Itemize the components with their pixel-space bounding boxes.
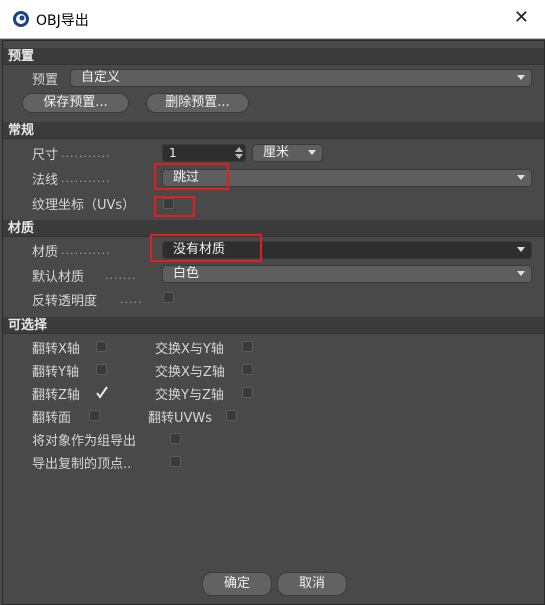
- preset-value: 自定义: [81, 70, 121, 85]
- size-label: 尺寸: [32, 148, 59, 163]
- flip-z-label: 翻转Z轴: [32, 388, 80, 403]
- highlight-box-material: [150, 234, 262, 262]
- window-title: OBJ导出: [36, 13, 89, 29]
- section-header-optional: 可选择: [3, 317, 544, 334]
- cancel-button[interactable]: 取消: [277, 572, 347, 596]
- swap-xy-checkbox[interactable]: [242, 341, 253, 352]
- size-value: 1: [169, 146, 177, 160]
- chevron-down-icon: [517, 271, 525, 276]
- swap-xz-checkbox[interactable]: [242, 364, 253, 375]
- close-icon[interactable]: ✕: [514, 8, 529, 28]
- save-preset-button[interactable]: 保存预置...: [22, 93, 129, 113]
- delete-preset-button[interactable]: 删除预置...: [146, 93, 249, 113]
- unit-dropdown[interactable]: 厘米: [252, 144, 323, 162]
- swap-yz-label: 交换Y与Z轴: [155, 388, 224, 403]
- default-material-dropdown[interactable]: 白色: [162, 265, 532, 283]
- flip-face-label: 翻转面: [32, 411, 72, 426]
- checkmark-icon: [96, 386, 108, 399]
- spinner-icon[interactable]: [235, 146, 243, 160]
- flip-x-label: 翻转X轴: [32, 342, 80, 357]
- export-group-label: 将对象作为组导出: [32, 434, 137, 449]
- uv-label: 纹理坐标（UVs）: [32, 198, 136, 213]
- chevron-down-icon: [517, 75, 525, 80]
- title-bar: OBJ导出 ✕: [0, 0, 545, 39]
- invert-transparency-label: 反转透明度: [32, 294, 98, 309]
- default-material-dots: .......: [105, 269, 137, 282]
- cinema4d-logo-icon: [13, 11, 29, 27]
- material-label: 材质: [32, 245, 59, 260]
- preset-dropdown[interactable]: 自定义: [70, 69, 532, 87]
- export-group-checkbox[interactable]: [170, 433, 181, 444]
- flip-y-label: 翻转Y轴: [32, 365, 79, 380]
- flip-y-checkbox[interactable]: [96, 364, 107, 375]
- normals-label: 法线: [32, 173, 59, 188]
- invert-dots: .....: [120, 293, 143, 306]
- default-material-label: 默认材质: [32, 270, 85, 285]
- swap-xy-label: 交换X与Y轴: [155, 342, 224, 357]
- size-dots: ...........: [61, 147, 111, 160]
- flip-uvw-label: 翻转UVWs: [148, 411, 213, 426]
- flip-face-checkbox[interactable]: [89, 410, 100, 421]
- ok-button[interactable]: 确定: [202, 572, 272, 596]
- chevron-down-icon: [517, 247, 525, 252]
- section-header-preset: 预置: [3, 48, 544, 65]
- size-input[interactable]: 1: [162, 144, 246, 162]
- invert-transparency-checkbox[interactable]: [163, 292, 174, 303]
- swap-yz-checkbox[interactable]: [242, 387, 253, 398]
- preset-label: 预置: [32, 73, 59, 88]
- chevron-down-icon: [308, 150, 316, 155]
- highlight-box-normals: [154, 163, 229, 190]
- normals-dots: ...........: [61, 172, 111, 185]
- export-dup-label: 导出复制的顶点..: [32, 457, 132, 472]
- default-material-value: 白色: [173, 266, 200, 281]
- unit-value: 厘米: [263, 145, 290, 160]
- flip-z-checkbox[interactable]: [95, 385, 109, 399]
- highlight-box-uv: [154, 196, 195, 217]
- flip-x-checkbox[interactable]: [96, 341, 107, 352]
- chevron-down-icon: [517, 175, 525, 180]
- flip-uvw-checkbox[interactable]: [226, 410, 237, 421]
- export-dup-checkbox[interactable]: [170, 456, 181, 467]
- swap-xz-label: 交换X与Z轴: [155, 365, 225, 380]
- section-header-material: 材质: [3, 220, 544, 237]
- dialog-content: 预置 预置 自定义 保存预置... 删除预置... 常规 尺寸 ........…: [2, 40, 545, 605]
- material-dots: ...........: [61, 244, 111, 257]
- section-header-general: 常规: [3, 122, 544, 139]
